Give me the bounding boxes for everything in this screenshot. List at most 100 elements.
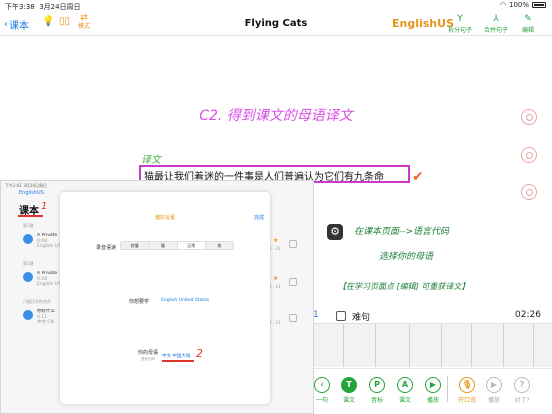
earth-icon [23, 234, 33, 244]
toolbar-label: 一句 [315, 397, 328, 404]
edit-icon [289, 278, 297, 286]
edit-label: 编辑 [522, 27, 535, 34]
inset-status: 下午2:01 3月24日周日 [5, 183, 47, 188]
modal-title: 偏好设置 [154, 215, 175, 221]
native-language-value[interactable]: 中文 中国大陆 [162, 353, 190, 359]
native-sub-label: 语言代码 [141, 357, 155, 361]
play-recording-icon: ▶ [486, 377, 502, 393]
nav-bar: ‹ 课本 💡 ▯▯ ⇄ 模式 Flying Cats EnglishUS Y 拆… [0, 12, 552, 36]
audio-text-icon: A [397, 377, 413, 393]
wifi-icon: ◠ [499, 1, 506, 9]
inset-item-title: 你好什么 [37, 309, 55, 314]
play-icon: ▶ [425, 377, 441, 393]
toolbar-label: 课文 [342, 397, 355, 404]
prev-icon: ‹ [314, 377, 330, 393]
app-screen: 下午3:38 3月24日周日 ◠ 100% ‹ 课本 💡 ▯▯ ⇄ 模式 Flyi… [0, 0, 552, 414]
toolbar-label: 对了? [514, 397, 530, 404]
star-icon: ★ [273, 275, 279, 282]
battery-percent: 100% [508, 1, 529, 9]
translation-label: 译文 [141, 155, 161, 166]
inset-item-sub: 中文 CN [37, 320, 54, 325]
modal-done-button[interactable]: 完成 [254, 214, 264, 221]
target-icon[interactable] [521, 184, 537, 200]
inset-section: 第1课 [23, 223, 34, 228]
inset-item-title: A Private [37, 271, 58, 276]
speed-option[interactable]: 较慢 [121, 242, 150, 249]
split-icon: Y [457, 14, 463, 24]
merge-label: 合并句子 [484, 27, 509, 34]
merge-icon: ⅄ [493, 14, 499, 24]
difficult-label: 难句 [352, 313, 371, 323]
status-time-date: 下午3:38 3月24日周日 [5, 2, 81, 12]
check-icon: ? [514, 377, 530, 393]
annotation-step2: 选择你的母语 [379, 252, 434, 262]
status-time: 下午3:38 [5, 3, 35, 11]
toolbar-label: 播放 [487, 397, 500, 404]
target-icon[interactable] [521, 147, 537, 163]
annotation-step3: 【在学习页面点 [编辑] 可重获译文】 [338, 282, 470, 291]
inset-item-sub: 0:11 [37, 314, 48, 320]
microphone-icon: 🎙 [459, 377, 475, 393]
inset-underline [18, 215, 43, 217]
inset-item-sub: 0:08 [37, 238, 48, 244]
inset-range: 0 - 21 [269, 246, 281, 251]
settings-app-icon: ⚙ [327, 224, 343, 240]
inset-item-sub: English US [37, 244, 61, 249]
difficult-checkbox[interactable] [336, 311, 346, 321]
toolbar-divider [447, 376, 448, 402]
waveform-area[interactable] [313, 323, 552, 367]
learn-label: 你想要学 [129, 299, 150, 305]
merge-sentence-button[interactable]: ⅄ 合并句子 [484, 14, 508, 34]
earth-icon [23, 272, 33, 282]
toolbar-prev-sentence[interactable]: ‹ 一句 [311, 377, 333, 404]
edit-icon [289, 240, 297, 248]
split-label: 拆分句子 [448, 27, 473, 34]
toolbar-label: 开口说 [457, 397, 476, 404]
edit-button[interactable]: ✎ 编辑 [522, 14, 534, 34]
checkmark-icon: ✔ [412, 169, 424, 185]
native-label: 你的母语 语言代码 [138, 350, 158, 362]
inset-item-sub: English US [37, 282, 61, 287]
toolbar-label: 课文 [398, 397, 411, 404]
toolbar-play-recording[interactable]: ▶ 播放 [483, 377, 505, 404]
speed-label: 录音语速 [96, 245, 117, 251]
speed-option[interactable]: 慢 [149, 242, 178, 249]
learn-language-value[interactable]: English United States [161, 298, 209, 303]
text-icon: T [341, 377, 357, 393]
toolbar-label: 音标 [370, 397, 383, 404]
status-right: ◠ 100% [500, 1, 546, 9]
toolbar-audio-text[interactable]: A 课文 [394, 377, 416, 404]
phonetic-icon: P [369, 377, 385, 393]
inset-marker-1: 1 [41, 201, 48, 212]
preferences-modal: 偏好设置 完成 录音语速 较慢 慢 正常 快 你想要学 English Unit… [60, 192, 270, 404]
inset-screenshot: 下午2:01 3月24日周日 EnglishUS 课本 1 第1课 A Priv… [0, 180, 314, 414]
inset-section: 第2课 [23, 261, 34, 266]
battery-icon [532, 2, 546, 8]
inset-range: 0 - 21 [269, 320, 281, 325]
speed-option-selected[interactable]: 正常 [177, 242, 206, 249]
speed-option[interactable]: 快 [206, 242, 233, 249]
inset-range: 0 - 21 [269, 284, 281, 289]
edit-icon [289, 314, 297, 322]
status-date: 3月24日周日 [39, 3, 81, 11]
status-bar: 下午3:38 3月24日周日 ◠ 100% [0, 0, 552, 11]
duration-label: 02:26 [515, 310, 541, 320]
annotation-step1: 在课本页面-->语言代码 [354, 227, 450, 237]
inset-section: 只能打开的文件 [23, 299, 51, 304]
toolbar-play[interactable]: ▶ 播放 [422, 377, 444, 404]
toolbar-phonetic[interactable]: P 音标 [366, 377, 388, 404]
inset-item-sub: 0:18 [37, 276, 48, 282]
language-code-button[interactable]: EnglishUS [392, 17, 454, 30]
pencil-icon: ✎ [524, 14, 532, 24]
earth-icon [23, 310, 33, 320]
speed-segmented-control[interactable]: 较慢 慢 正常 快 [120, 241, 234, 250]
target-icon[interactable] [521, 109, 537, 125]
inset-item-title: A Private [37, 233, 58, 238]
step-heading: C2. 得到课文的母语译文 [199, 108, 353, 124]
split-sentence-button[interactable]: Y 拆分句子 [448, 14, 472, 34]
toolbar-speak[interactable]: 🎙 开口说 [456, 377, 478, 404]
toolbar-text[interactable]: T 课文 [338, 377, 360, 404]
bottom-toolbar: ‹ 一句 T 课文 P 音标 A 课文 ▶ 播放 🎙 开口说 ▶ 播放 ? 对了? [313, 368, 552, 414]
inset-marker-2: 2 [196, 347, 203, 360]
toolbar-check[interactable]: ? 对了? [511, 377, 533, 404]
